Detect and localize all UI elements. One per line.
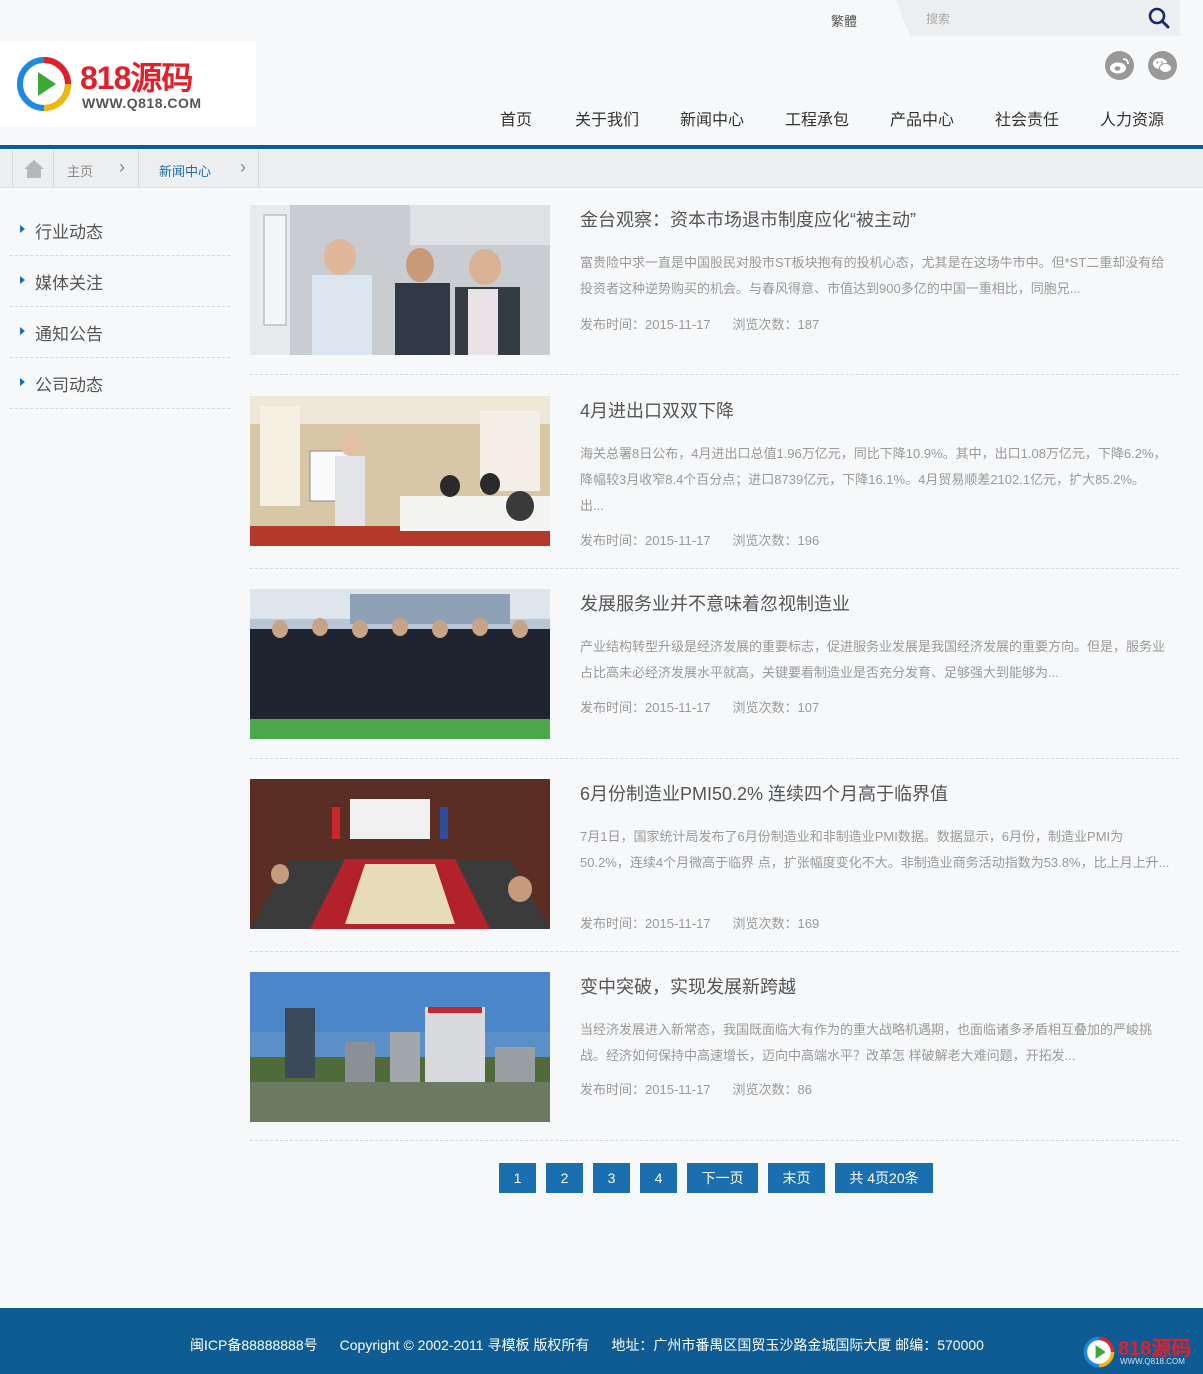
news-meta: 发布时间：2015-11-17 浏览次数：107 (580, 697, 819, 716)
footer: 闽ICP备88888888号 Copyright © 2002-2011 寻模板 … (0, 1308, 1203, 1374)
sidebar-item-label: 行业动态 (35, 223, 103, 242)
site-logo[interactable]: 818源码 WWW.Q818.COM (0, 41, 256, 127)
news-views: 浏览次数：86 (732, 1082, 813, 1097)
footer-text: 闽ICP备88888888号 Copyright © 2002-2011 寻模板 … (190, 1335, 984, 1355)
header-divider (0, 145, 1203, 149)
news-item: 发展服务业并不意味着忽视制造业 产业结构转型升级是经济发展的重要标志，促进服务业… (250, 589, 1179, 759)
breadcrumb-home[interactable]: 主页 (67, 161, 93, 180)
news-thumbnail[interactable] (250, 972, 550, 1122)
search-input[interactable] (926, 9, 1126, 29)
copyright: Copyright © 2002-2011 寻模板 版权所有 (339, 1337, 590, 1353)
sidebar-item-label: 通知公告 (35, 325, 103, 344)
news-meta: 发布时间：2015-11-17 浏览次数：196 (580, 530, 819, 549)
news-title[interactable]: 6月份制造业PMI50.2% 连续四个月高于临界值 (580, 780, 948, 806)
news-summary: 产业结构转型升级是经济发展的重要标志，促进服务业发展是我国经济发展的重要方向。但… (580, 639, 1166, 680)
news-meta: 发布时间：2015-11-17 浏览次数：187 (580, 314, 819, 333)
news-date: 发布时间：2015-11-17 (580, 916, 711, 931)
sidebar-item-company[interactable]: 公司动态 (10, 358, 230, 409)
news-views: 浏览次数：107 (732, 700, 820, 715)
breadcrumb-divider (138, 150, 139, 187)
news-item: 4月进出口双双下降 海关总署8日公布，4月进出口总值1.96万亿元，同比下降10… (250, 396, 1179, 569)
news-title[interactable]: 4月进出口双双下降 (580, 397, 734, 423)
news-meta: 发布时间：2015-11-17 浏览次数：86 (580, 1079, 812, 1098)
sidebar-item-label: 公司动态 (35, 376, 103, 395)
news-views: 浏览次数：187 (732, 317, 820, 332)
page-3-button[interactable]: 3 (593, 1163, 630, 1193)
nav-news[interactable]: 新闻中心 (680, 106, 744, 130)
news-summary: 当经济发展进入新常态，我国既面临大有作为的重大战略机遇期，也面临诸多矛盾相互叠加… (580, 1022, 1153, 1063)
breadcrumb: 主页 › 新闻中心 › (0, 150, 1203, 188)
breadcrumb-current[interactable]: 新闻中心 (159, 161, 211, 180)
brand-url: WWW.Q818.COM (82, 95, 202, 111)
news-title[interactable]: 金台观察：资本市场退市制度应化“被主动” (580, 206, 916, 232)
search-icon[interactable] (1146, 6, 1172, 32)
news-title[interactable]: 发展服务业并不意味着忽视制造业 (580, 590, 850, 616)
nav-social-responsibility[interactable]: 社会责任 (995, 106, 1059, 130)
sidebar-item-notices[interactable]: 通知公告 (10, 307, 230, 358)
home-icon[interactable] (12, 150, 54, 187)
nav-engineering[interactable]: 工程承包 (785, 106, 849, 130)
news-summary: 海关总署8日公布，4月进出口总值1.96万亿元，同比下降10.9%。其中，出口1… (580, 446, 1167, 513)
news-date: 发布时间：2015-11-17 (580, 317, 711, 332)
news-date: 发布时间：2015-11-17 (580, 700, 711, 715)
page-1-button[interactable]: 1 (499, 1163, 536, 1193)
news-thumbnail[interactable] (250, 205, 550, 355)
news-item: 金台观察：资本市场退市制度应化“被主动” 富贵险中求一直是中国股民对股市ST板块… (250, 205, 1179, 375)
sidebar-item-industry[interactable]: 行业动态 (10, 205, 230, 256)
page-4-button[interactable]: 4 (640, 1163, 677, 1193)
page-2-button[interactable]: 2 (546, 1163, 583, 1193)
address: 地址：广州市番禺区国贸玉沙路金城国际大厦 邮编：570000 (611, 1337, 984, 1353)
triangle-right-icon (20, 378, 25, 386)
nav-about[interactable]: 关于我们 (575, 106, 639, 130)
brand-name: 818源码 (80, 60, 193, 96)
next-page-button[interactable]: 下一页 (687, 1163, 758, 1193)
footer-logo: 818源码 WWW.Q818.COM (1080, 1332, 1198, 1370)
triangle-right-icon (20, 327, 25, 335)
chevron-right-icon: › (119, 157, 125, 177)
news-views: 浏览次数：196 (732, 533, 820, 548)
icp-number: 闽ICP备88888888号 (190, 1337, 318, 1353)
news-summary: 富贵险中求一直是中国股民对股市ST板块抱有的投机心态，尤其是在这场牛市中。但*S… (580, 255, 1165, 296)
logo-play-icon (1083, 1336, 1115, 1368)
news-title[interactable]: 变中突破，实现发展新跨越 (580, 973, 796, 999)
news-date: 发布时间：2015-11-17 (580, 1082, 711, 1097)
sidebar-item-media[interactable]: 媒体关注 (10, 256, 230, 307)
traditional-chinese-link[interactable]: 繁體 (831, 11, 857, 30)
news-summary: 7月1日，国家统计局发布了6月份制造业和非制造业PMI数据。数据显示，6月份，制… (580, 829, 1170, 870)
chevron-right-icon: › (240, 157, 246, 177)
wechat-icon[interactable] (1148, 51, 1177, 80)
news-item: 6月份制造业PMI50.2% 连续四个月高于临界值 7月1日，国家统计局发布了6… (250, 779, 1179, 952)
top-bar: 繁體 (0, 0, 1203, 38)
weibo-icon[interactable] (1105, 51, 1134, 80)
news-date: 发布时间：2015-11-17 (580, 533, 711, 548)
last-page-button[interactable]: 末页 (768, 1163, 825, 1193)
news-views: 浏览次数：169 (732, 916, 820, 931)
news-item: 变中突破，实现发展新跨越 当经济发展进入新常态，我国既面临大有作为的重大战略机遇… (250, 972, 1179, 1141)
nav-home[interactable]: 首页 (500, 106, 532, 130)
pagination: 1 2 3 4 下一页 末页 共 4页20条 (0, 1163, 1203, 1193)
nav-hr[interactable]: 人力资源 (1100, 106, 1164, 130)
search-box (896, 0, 1180, 36)
sidebar-item-label: 媒体关注 (35, 274, 103, 293)
news-meta: 发布时间：2015-11-17 浏览次数：169 (580, 913, 819, 932)
triangle-right-icon (20, 276, 25, 284)
news-thumbnail[interactable] (250, 779, 550, 929)
nav-products[interactable]: 产品中心 (890, 106, 954, 130)
news-thumbnail[interactable] (250, 396, 550, 546)
breadcrumb-divider (258, 150, 259, 187)
page-total: 共 4页20条 (835, 1163, 933, 1193)
footer-brand-url: WWW.Q818.COM (1120, 1357, 1185, 1366)
news-thumbnail[interactable] (250, 589, 550, 739)
logo-play-icon (17, 57, 71, 111)
triangle-right-icon (20, 225, 25, 233)
